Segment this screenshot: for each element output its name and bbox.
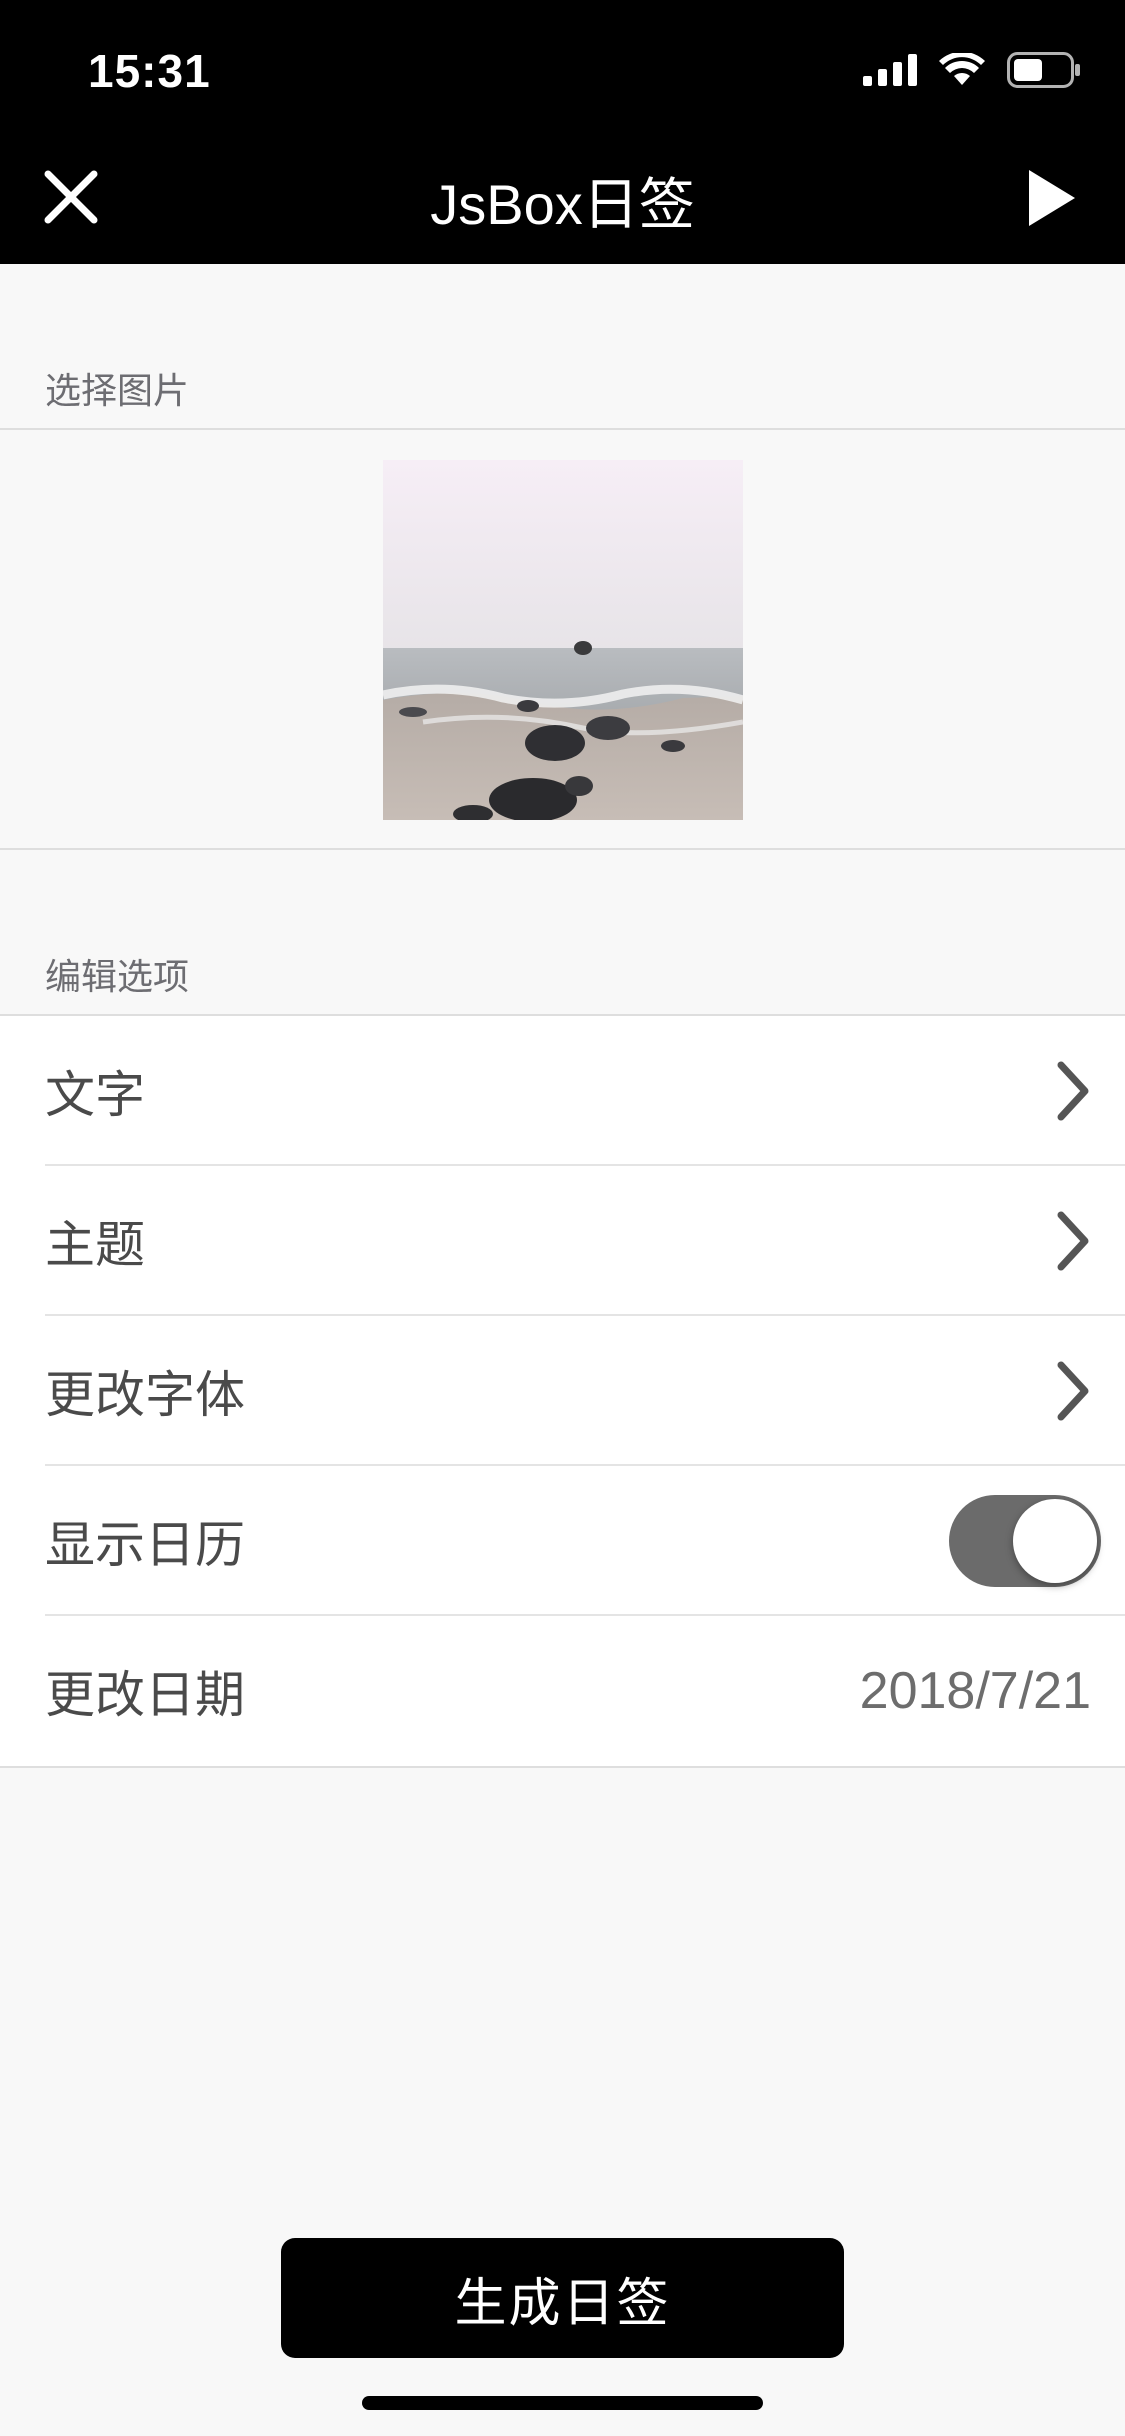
option-row-date[interactable]: 更改日期 2018/7/21 [0,1616,1125,1766]
signal-icon [863,54,917,86]
status-icons [863,48,1081,92]
status-time: 15:31 [88,45,211,97]
nav-title: JsBox日签 [430,173,695,236]
show-calendar-toggle[interactable] [949,1495,1101,1587]
image-picker-row[interactable] [0,430,1125,850]
option-row-font[interactable]: 更改字体 [0,1316,1125,1466]
home-indicator[interactable] [362,2396,763,2410]
toggle-knob [1013,1499,1097,1583]
option-row-theme[interactable]: 主题 [0,1166,1125,1316]
option-label: 更改字体 [45,1367,245,1423]
screen: 15:31 JsBox日签 选择图片 编辑选项 文字 主题 更改字体 显示日历 … [0,0,1125,2436]
generate-button[interactable]: 生成日签 [281,2238,844,2358]
option-label: 更改日期 [45,1667,245,1723]
chevron-right-icon [1057,1211,1089,1271]
option-row-text[interactable]: 文字 [0,1016,1125,1166]
section-header-image: 选择图片 [45,370,190,411]
option-label: 文字 [45,1067,145,1123]
play-icon[interactable] [1025,168,1079,228]
options-list: 文字 主题 更改字体 显示日历 更改日期 2018/7/21 [0,1016,1125,1766]
divider [0,1766,1125,1768]
chevron-right-icon [1057,1061,1089,1121]
battery-icon [1007,52,1080,88]
seascape-rocks-image[interactable] [383,460,743,820]
date-value: 2018/7/21 [859,1662,1091,1720]
option-label: 主题 [45,1217,145,1273]
top-bar: 15:31 JsBox日签 [0,0,1125,264]
option-label: 显示日历 [45,1517,245,1573]
divider [0,848,1125,850]
option-row-calendar: 显示日历 [0,1466,1125,1616]
section-header-options: 编辑选项 [45,956,190,997]
wifi-icon [939,53,985,85]
chevron-right-icon [1057,1361,1089,1421]
